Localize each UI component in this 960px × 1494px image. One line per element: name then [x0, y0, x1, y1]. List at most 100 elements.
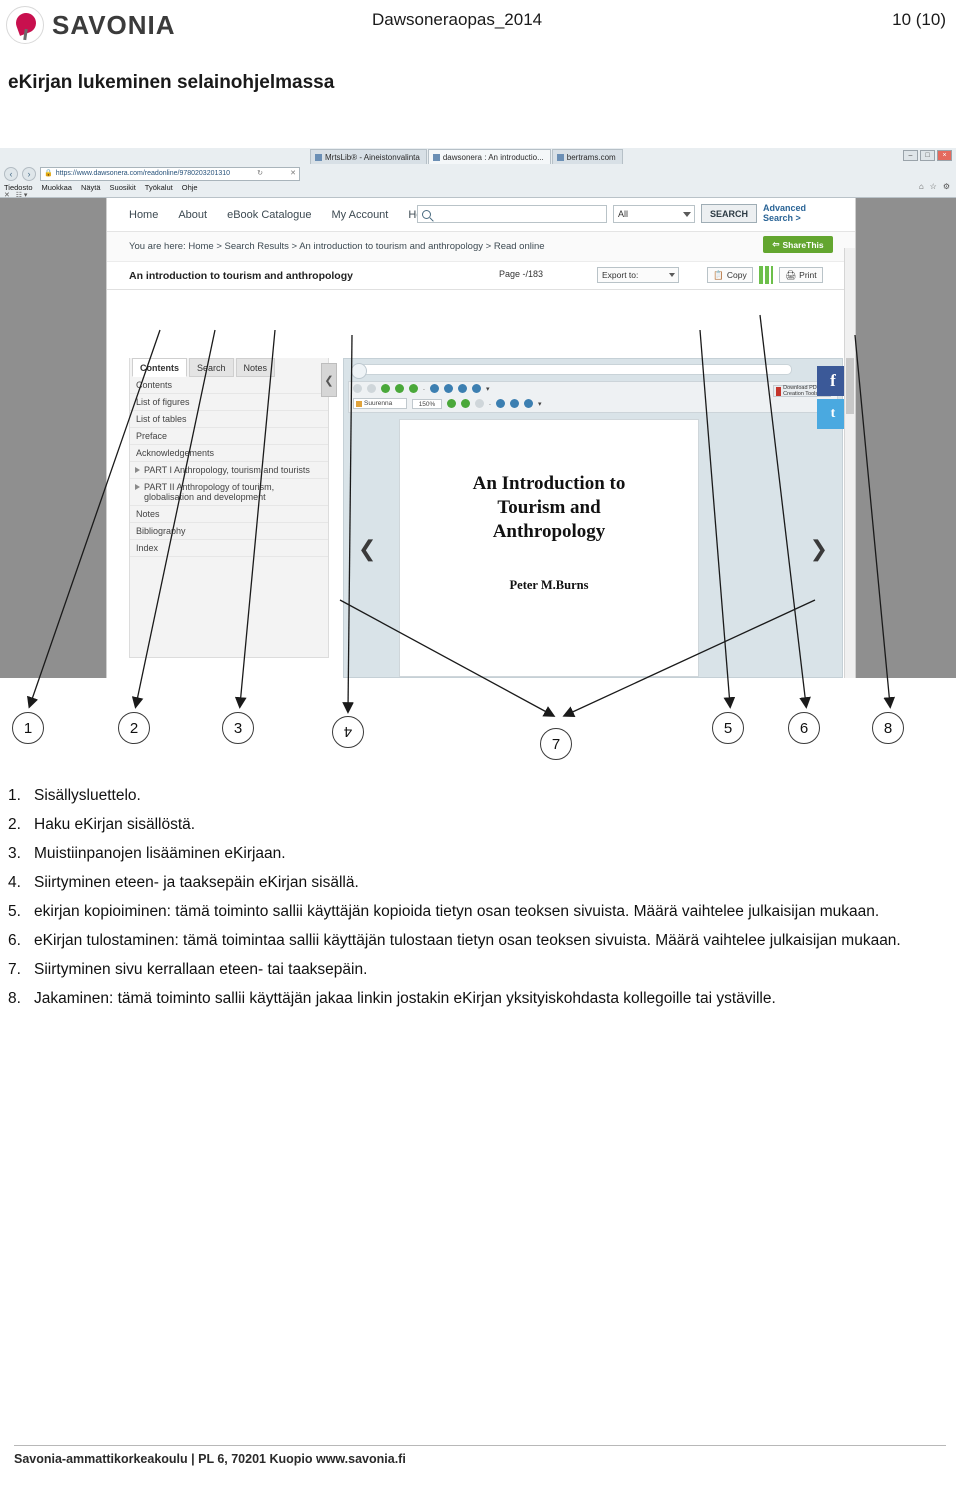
book-cover-title: An Introduction to Tourism and Anthropol…	[400, 472, 698, 544]
share-this-button[interactable]: ⇦ ShareThis	[763, 236, 833, 253]
list-item[interactable]: Bibliography	[130, 523, 328, 540]
refresh-icon[interactable]: ↻	[257, 168, 263, 180]
list-item-text: Siirtyminen sivu kerrallaan eteen- tai t…	[34, 961, 368, 978]
pdf-toolbar-row-1[interactable]: . ▾	[353, 384, 489, 393]
settings-gear-icon[interactable]: ⚙	[943, 182, 950, 191]
highlight-icon[interactable]	[495, 399, 505, 408]
book-toolbar: An introduction to tourism and anthropol…	[107, 262, 855, 290]
logo-text: SAVONIA	[52, 9, 176, 40]
zoom-in-icon[interactable]	[461, 399, 470, 408]
list-item[interactable]: List of tables	[130, 411, 328, 428]
menu-item-tools[interactable]: Työkalut	[145, 183, 173, 192]
menu-item-view[interactable]: Näytä	[81, 183, 101, 192]
search-input[interactable]	[417, 205, 607, 223]
menu-item-edit[interactable]: Muokkaa	[42, 183, 72, 192]
favicon-icon	[432, 153, 440, 161]
list-item: 3. Muistiinpanojen lisääminen eKirjaan.	[8, 840, 948, 867]
home-icon[interactable]: ⌂	[919, 182, 924, 191]
list-item[interactable]: PART I Anthropology, tourism and tourist…	[130, 462, 328, 479]
save-icon[interactable]	[367, 384, 376, 393]
browser-tab-active[interactable]: dawsonera : An introductio...	[427, 149, 551, 164]
back-icon[interactable]: ‹	[4, 167, 18, 181]
pdf-toolbar-row-2[interactable]: Suurenna 150% . ▾	[353, 398, 541, 409]
sticky-note-icon[interactable]	[509, 399, 519, 408]
menu-item-help[interactable]: Ohje	[182, 183, 198, 192]
rotate-icon[interactable]	[429, 384, 439, 393]
list-item-number: 2.	[8, 816, 21, 833]
address-bar[interactable]: 🔒 https://www.dawsonera.com/readonline/9…	[40, 167, 300, 181]
browser-tab[interactable]: MrtsLib® - Aineistonvalinta	[310, 149, 427, 164]
forward-icon[interactable]: ›	[22, 167, 36, 181]
list-item[interactable]: Acknowledgements	[130, 445, 328, 462]
bookmark-icon[interactable]	[457, 384, 467, 393]
close-button[interactable]: ×	[937, 150, 952, 161]
tab-contents[interactable]: Contents	[132, 358, 187, 377]
export-to-select[interactable]: Export to:	[597, 267, 679, 283]
stop-icon[interactable]: ✕	[290, 168, 296, 180]
page-fit-icon[interactable]	[443, 384, 453, 393]
callout-number-bubbles: 1 2 3 4 5 6 7 8	[0, 700, 960, 770]
browser-tabs[interactable]: MrtsLib® - Aineistonvalinta dawsonera : …	[310, 149, 623, 164]
list-item-text: ekirjan kopioiminen: tämä toiminto salli…	[34, 903, 880, 920]
maximize-button[interactable]: □	[920, 150, 935, 161]
list-item[interactable]: Preface	[130, 428, 328, 445]
snapshot-icon[interactable]	[409, 384, 418, 393]
legend-list: 1. Sisällysluettelo. 2. Haku eKirjan sis…	[8, 782, 948, 1014]
tab-search[interactable]: Search	[189, 358, 234, 377]
savonia-flower-icon	[6, 6, 44, 44]
list-item[interactable]: List of figures	[130, 394, 328, 411]
comment-icon[interactable]	[471, 384, 481, 393]
print-icon[interactable]	[353, 384, 362, 393]
zoom-level-field[interactable]: 150%	[412, 398, 442, 409]
list-item-number: 5.	[8, 903, 21, 920]
list-item[interactable]: Index	[130, 540, 328, 557]
save-as-field[interactable]: Suurenna	[353, 398, 407, 409]
list-item[interactable]: Notes	[130, 506, 328, 523]
list-item-text: Sisällysluettelo.	[34, 787, 141, 804]
hand-tool-icon[interactable]	[395, 384, 404, 393]
nav-item-ebook-catalogue[interactable]: eBook Catalogue	[227, 209, 311, 221]
document-header: SAVONIA Dawsoneraopas_2014 10 (10)	[0, 0, 960, 58]
copy-button[interactable]: 📋 Copy	[707, 267, 753, 283]
contents-list[interactable]: Contents List of figures List of tables …	[130, 377, 328, 557]
nav-item-my-account[interactable]: My Account	[332, 209, 389, 221]
list-item-number: 3.	[8, 845, 21, 862]
previous-page-button[interactable]: ❮	[358, 537, 376, 562]
scrollbar-thumb[interactable]	[846, 358, 854, 414]
collapse-panel-handle[interactable]: ❮	[321, 363, 337, 397]
list-item-text: Haku eKirjan sisällöstä.	[34, 816, 196, 833]
select-tool-icon[interactable]	[381, 384, 390, 393]
fit-width-icon[interactable]	[475, 399, 484, 408]
bubble-5: 5	[712, 712, 744, 744]
page-scrollbar[interactable]	[844, 248, 855, 678]
contents-tabs[interactable]: Contents Search Notes	[130, 358, 328, 377]
nav-item-about[interactable]: About	[178, 209, 207, 221]
menu-item-favorites[interactable]: Suosikit	[110, 183, 136, 192]
search-button[interactable]: SEARCH	[701, 204, 757, 223]
page-field[interactable]: Page -/183	[499, 269, 543, 279]
browser-extra-toolbar: ✕ ☷ ▾	[4, 192, 28, 199]
site-navigation[interactable]: Home About eBook Catalogue My Account He…	[107, 198, 855, 232]
tab-notes[interactable]: Notes	[235, 358, 276, 377]
zoom-out-icon[interactable]	[447, 399, 456, 408]
window-controls[interactable]: – □ ×	[903, 150, 952, 161]
browser-right-icons[interactable]: ⌂ ☆ ⚙	[919, 182, 950, 191]
search-scope-value: All	[618, 209, 629, 219]
list-item-text: Siirtyminen eteen- ja taaksepäin eKirjan…	[34, 874, 359, 891]
advanced-search-link[interactable]: Advanced Search >	[763, 203, 806, 223]
print-button[interactable]: 🖨 Print	[779, 267, 823, 283]
favorites-star-icon[interactable]: ☆	[930, 182, 937, 191]
separator: .	[489, 400, 491, 407]
list-item-text: Muistiinpanojen lisääminen eKirjaan.	[34, 845, 286, 862]
text-tool-icon[interactable]	[523, 399, 533, 408]
browser-menu-bar[interactable]: Tiedosto Muokkaa Näytä Suosikit Työkalut…	[4, 183, 198, 192]
minimize-button[interactable]: –	[903, 150, 918, 161]
list-item[interactable]: Contents	[130, 377, 328, 394]
next-page-button[interactable]: ❯	[810, 537, 828, 562]
browser-chrome: – □ × MrtsLib® - Aineistonvalinta dawson…	[0, 148, 956, 199]
browser-tab[interactable]: bertrams.com	[551, 149, 623, 164]
search-scope-select[interactable]: All	[613, 205, 695, 223]
book-cover-title-line2: Tourism and	[497, 497, 601, 518]
list-item[interactable]: PART II Anthropology of tourism, globali…	[130, 479, 328, 506]
nav-item-home[interactable]: Home	[129, 209, 158, 221]
